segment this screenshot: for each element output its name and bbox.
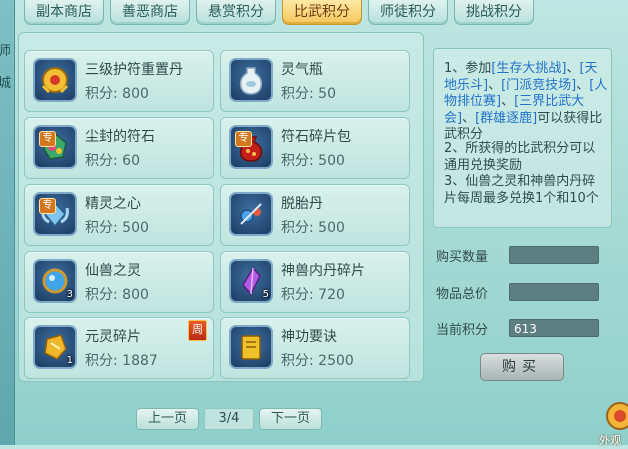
purple-crystal-icon: 5 (229, 259, 273, 303)
item-name: 脱胎丹 (281, 196, 323, 212)
item-grid-panel: 三级护符重置丹 积分: 800 灵气瓶 积分: 50 专 尘封的符石 积分: 6… (18, 32, 424, 382)
link-heroes-contest[interactable]: [群雄逐鹿] (475, 111, 537, 126)
item-card[interactable]: 脱胎丹 积分: 500 (220, 184, 410, 246)
tab-mentor-points[interactable]: 师徒积分 (368, 0, 448, 25)
buy-button[interactable]: 购买 (480, 353, 564, 381)
blue-orb-icon: 3 (33, 259, 77, 303)
tab-bounty-points[interactable]: 悬赏积分 (196, 0, 276, 25)
item-card[interactable]: 灵气瓶 积分: 50 (220, 50, 410, 112)
item-card[interactable]: 三级护符重置丹 积分: 800 (24, 50, 214, 112)
link-survival-challenge[interactable]: [生存大挑战] (491, 61, 566, 76)
item-price: 积分: 50 (281, 86, 336, 102)
appearance-corner-icon[interactable]: 外观 (598, 396, 628, 447)
rule-text: 、 (462, 110, 476, 126)
rules-panel: 1、参加[生存大挑战]、[天地乐斗]、[门派竞技场]、[人物排位赛]、[三界比武… (433, 48, 612, 228)
exclusive-badge: 专 (235, 131, 252, 147)
item-name: 神兽内丹碎片 (281, 263, 365, 279)
item-card[interactable]: 专 精灵之心 积分: 500 (24, 184, 214, 246)
item-price: 积分: 1887 (85, 353, 158, 369)
item-price: 积分: 60 (85, 153, 140, 169)
item-quantity: 1 (66, 355, 73, 366)
current-points-field: 613 (509, 319, 599, 337)
item-name: 符石碎片包 (281, 129, 351, 145)
weekly-limit-badge: 周 (188, 320, 207, 341)
edge-glyph: 城 (0, 76, 12, 91)
item-price: 积分: 2500 (281, 353, 354, 369)
rule-text: 、 (501, 94, 515, 109)
rule-text: 、 (566, 61, 580, 76)
tab-dungeon-shop[interactable]: 副本商店 (24, 0, 104, 25)
item-card[interactable]: 神功要诀 积分: 2500 (220, 317, 410, 379)
blue-pill-icon (229, 192, 273, 236)
tab-karma-shop[interactable]: 善恶商店 (110, 0, 190, 25)
item-price: 积分: 800 (85, 86, 149, 102)
white-vase-icon (229, 58, 273, 102)
item-card[interactable]: 1 元灵碎片 积分: 1887 周 (24, 317, 214, 379)
item-name: 灵气瓶 (281, 62, 323, 78)
rule-text: 1、参加 (444, 61, 492, 76)
edge-glyph: 师 (0, 44, 12, 59)
total-price-field (509, 283, 599, 301)
rule-text: 、 (488, 77, 502, 93)
total-price-label: 物品总价 (436, 287, 489, 302)
rule-1: 1、参加[生存大挑战]、[天地乐斗]、[门派竞技场]、[人物排位赛]、[三界比武… (444, 61, 608, 144)
current-points-label: 当前积分 (436, 323, 489, 338)
red-bag-icon: 专 (229, 125, 273, 169)
item-quantity: 5 (262, 289, 269, 300)
quantity-input[interactable] (509, 246, 599, 264)
item-name: 元灵碎片 (85, 329, 141, 345)
item-price: 积分: 800 (85, 287, 149, 303)
gold-book-icon (229, 325, 273, 369)
rule-3: 3、仙兽之灵和神兽内丹碎片每周最多兑换1个和10个 (444, 174, 599, 206)
item-card[interactable]: 3 仙兽之灵 积分: 800 (24, 251, 214, 313)
exclusive-badge: 专 (39, 131, 56, 147)
left-edge-panel: 师 城 (0, 0, 15, 445)
shop-tab-bar: 副本商店 善恶商店 悬赏积分 比武积分 师徒积分 挑战积分 (24, 0, 534, 26)
corner-label: 外观 (599, 434, 621, 447)
blue-spirit-heart-icon: 专 (33, 192, 77, 236)
item-name: 精灵之心 (85, 196, 141, 212)
item-card[interactable]: 专 符石碎片包 积分: 500 (220, 117, 410, 179)
item-card[interactable]: 专 尘封的符石 积分: 60 (24, 117, 214, 179)
colorful-rune-stone-icon: 专 (33, 125, 77, 169)
item-price: 积分: 720 (281, 287, 345, 303)
item-price: 积分: 500 (281, 220, 345, 236)
rule-2: 2、所获得的比武积分可以通用兑换奖励 (444, 141, 596, 173)
link-sect-arena[interactable]: [门派竞技场] (501, 78, 576, 93)
item-price: 积分: 500 (85, 220, 149, 236)
item-card[interactable]: 5 神兽内丹碎片 积分: 720 (220, 251, 410, 313)
page-indicator: 3/4 (204, 408, 254, 430)
prev-page-button[interactable]: 上一页 (136, 408, 200, 430)
rule-text: 、 (576, 77, 590, 93)
gold-amulet-icon (33, 58, 77, 102)
item-name: 仙兽之灵 (85, 263, 141, 279)
next-page-button[interactable]: 下一页 (259, 408, 323, 430)
item-name: 神功要诀 (281, 329, 337, 345)
tab-arena-points[interactable]: 比武积分 (282, 0, 362, 25)
item-quantity: 3 (66, 289, 73, 300)
item-name: 三级护符重置丹 (85, 62, 183, 78)
gold-fragment-icon: 1 (33, 325, 77, 369)
item-name: 尘封的符石 (85, 129, 155, 145)
exclusive-badge: 专 (39, 198, 56, 214)
quantity-label: 购买数量 (436, 250, 489, 265)
tab-challenge-points[interactable]: 挑战积分 (454, 0, 534, 25)
item-price: 积分: 500 (281, 153, 345, 169)
